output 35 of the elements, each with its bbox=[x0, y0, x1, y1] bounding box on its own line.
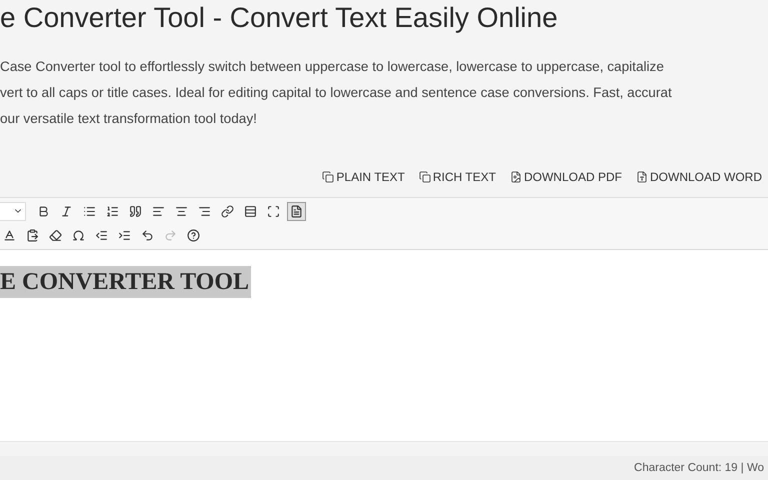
help-icon bbox=[187, 228, 200, 242]
download-link[interactable]: DOWNLOAD PDF bbox=[510, 170, 622, 184]
description-text: vert to all caps or title cases. Ideal for editing capital to lowercase and sentence case conversions. Fast, accurat bbox=[0, 84, 673, 102]
bold-icon bbox=[37, 204, 50, 218]
maximize-icon bbox=[267, 204, 280, 218]
copy-icon bbox=[418, 171, 431, 183]
bullet-list-icon bbox=[83, 204, 96, 218]
align-left-icon bbox=[152, 204, 165, 218]
italic-icon bbox=[60, 204, 73, 218]
copy-link[interactable]: RICH TEXT bbox=[418, 170, 496, 184]
indent-icon bbox=[118, 228, 131, 242]
character-count: Character Count: 19 | Wo bbox=[634, 462, 764, 474]
outdent-icon bbox=[95, 228, 108, 242]
document-icon bbox=[636, 171, 648, 183]
page-title: e Converter Tool - Convert Text Easily Online bbox=[0, 1, 559, 35]
copy-icon bbox=[322, 171, 334, 183]
eraser-icon bbox=[49, 228, 62, 242]
editor-heading: E CONVERTER TOOL bbox=[0, 266, 251, 298]
link-icon bbox=[221, 204, 234, 218]
redo-icon bbox=[164, 228, 177, 242]
copy-link[interactable]: PLAIN TEXT bbox=[322, 170, 405, 184]
document-icon bbox=[510, 171, 522, 183]
text-color-icon bbox=[3, 228, 16, 242]
quote-icon bbox=[129, 204, 142, 218]
description-text: Case Converter tool to effortlessly switch between uppercase to lowercase, lowercase to uppercase, capitalize bbox=[0, 58, 665, 76]
special-character-icon bbox=[72, 228, 85, 242]
description-text: our versatile text transformation tool today! bbox=[0, 110, 258, 128]
source-button[interactable] bbox=[287, 202, 306, 220]
undo-icon bbox=[141, 228, 154, 242]
download-link[interactable]: DOWNLOAD WORD bbox=[636, 170, 762, 184]
numbered-list-icon bbox=[106, 204, 119, 218]
source-icon bbox=[290, 204, 303, 218]
align-right-icon bbox=[198, 204, 211, 218]
paste-icon bbox=[26, 228, 39, 242]
align-center-icon bbox=[175, 204, 188, 218]
